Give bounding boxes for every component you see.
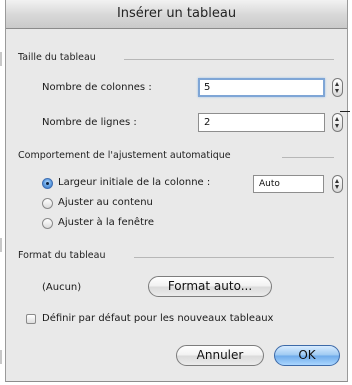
fit-content-radio[interactable] <box>42 198 53 209</box>
initial-width-field[interactable]: Auto <box>253 175 324 193</box>
table-format-section-title: Format du tableau <box>18 250 106 261</box>
dialog-title: Insérer un tableau <box>6 0 347 29</box>
current-format-label: (Aucun) <box>42 282 82 293</box>
table-size-section-title: Taille du tableau <box>18 52 96 63</box>
initial-width-stepper[interactable] <box>332 175 343 193</box>
auto-format-button[interactable]: Format auto... <box>148 276 272 297</box>
initial-width-label[interactable]: Largeur initiale de la colonne : <box>58 177 210 188</box>
autofit-section-title: Comportement de l'ajustement automatique <box>18 150 231 161</box>
table-format-divider <box>134 257 334 258</box>
left-edge-mark <box>0 238 2 252</box>
rows-stepper[interactable] <box>332 113 343 132</box>
columns-field[interactable]: 5 <box>198 78 325 97</box>
autofit-divider <box>282 157 334 158</box>
fit-window-radio[interactable] <box>42 218 53 229</box>
set-default-checkbox[interactable] <box>26 314 36 324</box>
annotation-pointer-line <box>340 111 350 112</box>
fit-content-label[interactable]: Ajuster au contenu <box>58 197 153 208</box>
left-edge-mark <box>0 52 2 66</box>
columns-label: Nombre de colonnes : <box>42 82 152 93</box>
set-default-label[interactable]: Définir par défaut pour les nouveaux tab… <box>42 313 273 324</box>
fit-window-label[interactable]: Ajuster à la fenêtre <box>58 217 154 228</box>
rows-field[interactable]: 2 <box>198 113 325 132</box>
columns-stepper[interactable] <box>332 78 343 97</box>
ok-button[interactable]: OK <box>274 345 340 366</box>
initial-width-radio[interactable] <box>42 178 53 189</box>
left-edge-mark <box>0 350 2 364</box>
rows-label: Nombre de lignes : <box>42 117 137 128</box>
table-size-divider <box>124 59 334 60</box>
cancel-button[interactable]: Annuler <box>176 345 264 366</box>
insert-table-dialog: Insérer un tableau Taille du tableau Nom… <box>5 0 348 382</box>
